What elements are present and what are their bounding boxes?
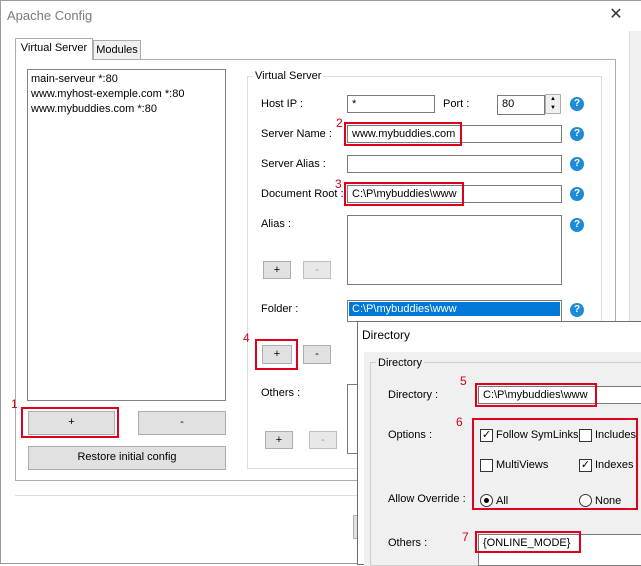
override-all-radio[interactable] [480, 494, 493, 507]
apache-config-window: Apache Config ✕ Virtual Server Modules m… [0, 0, 641, 566]
help-icon[interactable]: ? [570, 187, 584, 201]
directory-group-label: Directory [376, 357, 425, 369]
annotation-number-4: 4 [243, 331, 250, 345]
close-icon[interactable]: ✕ [605, 5, 627, 25]
allow-override-label: Allow Override : [388, 493, 466, 505]
override-none-label: None [595, 495, 622, 507]
annotation-number-5: 5 [460, 374, 467, 388]
list-item[interactable]: www.myhost-exemple.com *:80 [31, 87, 222, 102]
directory-dialog-body: Directory 5 Directory : C:\P\mybuddies\w… [364, 352, 641, 566]
annotation-box-5 [475, 383, 597, 407]
remove-alias-button: - [303, 261, 331, 279]
port-stepper[interactable]: ▲ ▼ [545, 94, 561, 114]
annotation-box-7 [475, 531, 581, 553]
annotation-box-3 [344, 182, 464, 206]
folder-list[interactable]: C:\P\mybuddies\www [347, 300, 562, 322]
chevron-up-icon[interactable]: ▲ [546, 95, 560, 104]
remove-folder-button[interactable]: - [303, 345, 331, 364]
annotation-box-2 [344, 122, 462, 146]
indexes-checkbox[interactable]: ✓ [579, 459, 592, 472]
folder-label: Folder : [261, 303, 299, 315]
follow-symlinks-label: Follow SymLinks [496, 429, 579, 441]
annotation-number-1: 1 [11, 397, 18, 411]
remove-others-button: - [309, 431, 337, 449]
port-label: Port : [443, 98, 470, 110]
help-icon[interactable]: ? [570, 97, 584, 111]
divider [15, 495, 357, 496]
others-label: Others : [261, 387, 301, 399]
directory-label: Directory : [388, 389, 439, 401]
document-root-label: Document Root : [261, 188, 344, 200]
list-item[interactable]: main-serveur *:80 [31, 72, 222, 87]
includes-label: Includes [595, 429, 636, 441]
multiviews-label: MultiViews [496, 459, 549, 471]
window-title: Apache Config [7, 8, 93, 23]
tab-virtual-server[interactable]: Virtual Server [15, 38, 93, 60]
folder-list-item[interactable]: C:\P\mybuddies\www [349, 302, 560, 316]
host-ip-label: Host IP : [261, 98, 303, 110]
override-all-label: All [496, 495, 509, 507]
port-field[interactable]: 80 [497, 95, 545, 115]
annotation-number-7: 7 [462, 530, 469, 544]
add-folder-button[interactable]: + [262, 345, 292, 364]
annotation-number-2: 2 [336, 116, 343, 130]
multiviews-checkbox[interactable] [480, 459, 493, 472]
list-item[interactable]: www.mybuddies.com *:80 [31, 102, 222, 117]
host-ip-field[interactable]: * [347, 95, 435, 113]
add-vhost-button[interactable]: + [28, 411, 115, 435]
add-alias-button[interactable]: + [263, 261, 291, 279]
chevron-down-icon[interactable]: ▼ [546, 104, 560, 113]
remove-vhost-button[interactable]: - [138, 411, 226, 435]
override-none-radio[interactable] [579, 494, 592, 507]
restore-config-button[interactable]: Restore initial config [28, 446, 226, 470]
server-name-label: Server Name : [261, 128, 332, 140]
follow-symlinks-checkbox[interactable]: ✓ [480, 429, 493, 442]
directory-dialog: Directory Directory 5 Directory : C:\P\m… [357, 321, 641, 566]
vhost-list[interactable]: main-serveur *:80 www.myhost-exemple.com… [27, 69, 226, 401]
directory-dialog-title: Directory [358, 322, 641, 348]
help-icon[interactable]: ? [570, 157, 584, 171]
server-alias-label: Server Alias : [261, 158, 326, 170]
alias-label: Alias : [261, 218, 291, 230]
annotation-number-6: 6 [456, 415, 463, 429]
help-icon[interactable]: ? [570, 218, 584, 232]
server-alias-field[interactable] [347, 155, 562, 173]
alias-list[interactable] [347, 215, 562, 285]
includes-checkbox[interactable] [579, 429, 592, 442]
help-icon[interactable]: ? [570, 303, 584, 317]
virtual-server-group-label: Virtual Server [253, 70, 324, 82]
help-icon[interactable]: ? [570, 127, 584, 141]
add-others-button[interactable]: + [265, 431, 293, 449]
indexes-label: Indexes [595, 459, 634, 471]
options-label: Options : [388, 429, 433, 441]
title-bar: Apache Config ✕ [1, 1, 641, 31]
tab-modules[interactable]: Modules [93, 40, 141, 60]
dialog-others-label: Others : [388, 537, 428, 549]
